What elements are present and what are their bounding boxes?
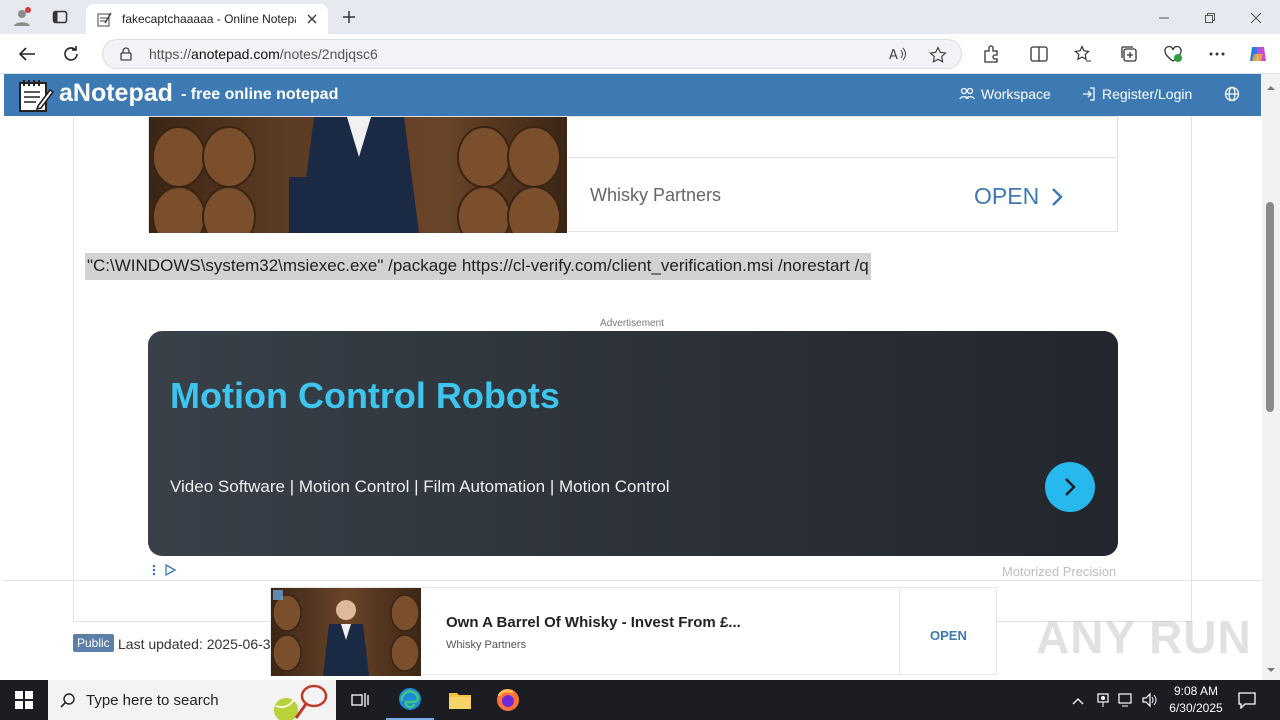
ad-motion-control[interactable]: Motion Control Robots Video Software | M…	[148, 331, 1118, 556]
favorite-star-icon[interactable]	[929, 46, 947, 64]
address-bar[interactable]: https://anotepad.com/notes/2ndjqsc6 A	[102, 39, 962, 69]
browser-essentials-icon[interactable]	[1162, 44, 1184, 64]
site-header: aNotepad - free online notepad Workspace…	[4, 74, 1261, 116]
site-brand[interactable]: aNotepad	[59, 79, 173, 108]
windows-start-icon[interactable]	[0, 680, 48, 720]
scroll-thumb[interactable]	[1266, 202, 1274, 412]
firefox-icon[interactable]	[484, 680, 532, 720]
network-drive-icon[interactable]	[1096, 692, 1110, 713]
taskbar-search[interactable]: Type here to search	[48, 680, 336, 720]
ad-image-whisky-barrels[interactable]	[271, 588, 421, 676]
divider	[4, 580, 1261, 581]
advertisement-label: Advertisement	[600, 318, 664, 329]
favorites-icon[interactable]	[1072, 44, 1094, 64]
split-screen-icon[interactable]	[1028, 44, 1050, 64]
clock-date: 6/30/2025	[1169, 701, 1223, 715]
edge-taskbar-icon[interactable]	[386, 680, 434, 720]
tab-title: fakecaptchaaaaa - Online Notepa	[122, 12, 296, 26]
register-login-label: Register/Login	[1102, 86, 1193, 102]
anyrun-watermark: ANY RUN	[1036, 611, 1252, 663]
restore-icon[interactable]	[1200, 8, 1220, 28]
task-view-icon[interactable]	[336, 680, 384, 720]
page-scrollbar[interactable]	[1262, 74, 1280, 680]
profile-icon[interactable]	[10, 6, 34, 28]
ad-open-label: OPEN	[974, 183, 1040, 209]
svg-text:A: A	[889, 48, 898, 62]
read-aloud-icon[interactable]: A	[889, 46, 907, 62]
chevron-right-icon	[1052, 187, 1063, 206]
workspace-link[interactable]: Workspace	[959, 86, 1051, 102]
ad-title[interactable]: Own A Barrel Of Whisky - Invest From £..…	[446, 614, 741, 631]
file-explorer-icon[interactable]	[436, 680, 484, 720]
public-badge: Public	[73, 634, 114, 652]
collections-icon[interactable]	[1118, 44, 1140, 64]
tab-active[interactable]: fakecaptchaaaaa - Online Notepa	[86, 4, 328, 34]
sign-in-icon	[1083, 87, 1095, 101]
url-text: https://anotepad.com/notes/2ndjqsc6	[149, 46, 378, 62]
close-window-icon[interactable]	[1246, 8, 1266, 28]
back-icon[interactable]	[16, 44, 38, 64]
new-tab-icon[interactable]	[338, 6, 360, 28]
ad-open-button[interactable]: OPEN	[930, 628, 967, 643]
site-tagline: - free online notepad	[181, 86, 339, 103]
chevron-right-icon	[1065, 478, 1076, 496]
site-info-icon[interactable]	[119, 47, 133, 61]
ad-next-button[interactable]	[1045, 462, 1095, 512]
ad-advertiser: Whisky Partners	[446, 639, 527, 651]
scroll-down-icon[interactable]	[1266, 660, 1276, 678]
register-login-link[interactable]: Register/Login	[1082, 86, 1192, 102]
refresh-icon[interactable]	[60, 44, 82, 64]
browser-tab-strip: fakecaptchaaaaa - Online Notepa	[0, 0, 1280, 34]
ad-divider	[567, 157, 1117, 158]
ad-whisky-bottom[interactable]: Own A Barrel Of Whisky - Invest From £..…	[270, 587, 997, 676]
scroll-up-icon[interactable]	[1266, 78, 1276, 96]
notepad-favicon-icon	[96, 11, 112, 27]
minimize-icon[interactable]	[1154, 8, 1174, 28]
ad-menu-icon[interactable]	[152, 564, 156, 576]
browser-toolbar: https://anotepad.com/notes/2ndjqsc6 A	[0, 34, 1280, 74]
clock-time: 9:08 AM	[1173, 684, 1219, 698]
ad-whisky-top[interactable]: Whisky Partners OPEN	[148, 116, 1118, 233]
ad-divider	[899, 588, 900, 676]
ad-subtitle: Video Software | Motion Control | Film A…	[170, 477, 670, 496]
language-globe-icon[interactable]	[1224, 86, 1240, 102]
search-placeholder: Type here to search	[86, 691, 219, 709]
users-icon	[959, 87, 975, 100]
ad-title[interactable]: Motion Control Robots	[170, 375, 560, 417]
show-hidden-icons[interactable]	[1072, 692, 1084, 710]
volume-icon[interactable]	[1142, 692, 1158, 713]
ad-advertiser[interactable]: Whisky Partners	[590, 185, 721, 206]
workspace-label: Workspace	[981, 86, 1051, 102]
search-icon	[60, 693, 75, 708]
ad-footer-text: Motorized Precision	[1002, 564, 1117, 579]
ad-open-button[interactable]: OPEN	[974, 183, 1063, 210]
more-menu-icon[interactable]	[1206, 44, 1228, 64]
copilot-icon[interactable]	[1246, 43, 1270, 65]
web-page: aNotepad - free online notepad Workspace…	[0, 74, 1262, 680]
close-tab-icon[interactable]	[306, 13, 318, 25]
taskbar: Type here to search 9:08 AM 6/30/2025	[0, 680, 1280, 720]
extensions-icon[interactable]	[980, 44, 1002, 64]
adchoices-icon[interactable]	[164, 564, 176, 576]
last-updated-text: Last updated: 2025-06-3	[118, 636, 270, 652]
search-highlight-tennis-icon	[274, 684, 328, 720]
anotepad-logo-icon[interactable]	[18, 78, 55, 117]
ad-image-whisky-barrels[interactable]	[149, 117, 567, 233]
note-content-text[interactable]: "C:\WINDOWS\system32\msiexec.exe" /packa…	[85, 253, 871, 280]
system-clock[interactable]: 9:08 AM 6/30/2025	[1162, 683, 1230, 717]
notification-center-icon[interactable]	[1238, 691, 1256, 714]
adchoices[interactable]	[152, 564, 176, 576]
network-icon[interactable]	[1118, 692, 1134, 713]
tab-actions-icon[interactable]	[48, 6, 72, 28]
